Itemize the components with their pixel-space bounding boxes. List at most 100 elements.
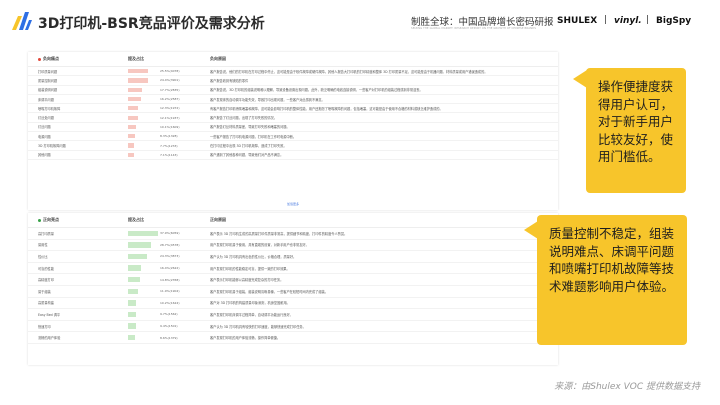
ratio-label: 24.3%(3873) xyxy=(160,254,180,258)
row-ratio: 16.4%(2622) xyxy=(128,263,198,274)
row-description: 用户发现打印机易于使用，具有直观的设置，对新手用户也非常友好。 xyxy=(198,242,558,247)
ratio-bar xyxy=(128,242,151,247)
row-description: 客户发现打印机的用户体验流畅，操作简单便捷。 xyxy=(198,335,558,340)
row-ratio: 17.7%(2835) xyxy=(128,86,198,94)
page-title: 3D打印机-BSR竞品评价及需求分析 xyxy=(38,13,265,33)
row-ratio: 24.4%(3901) xyxy=(128,76,198,84)
ratio-label: 9.4%(1501) xyxy=(160,324,178,328)
row-ratio: 7.1%(1143) xyxy=(128,151,198,159)
row-ratio: 10.2%(1624) xyxy=(128,298,198,309)
table-row: Easy Bed 调平9.7%(1562)客户发现打印机床调平过程简单，自动调平… xyxy=(28,309,558,321)
col-header-ratio: 提及占比 xyxy=(128,52,198,66)
ratio-label: 11.9%(1904) xyxy=(160,289,180,293)
row-description: 客户表示 3D 打印机生成的高质量打印件质量非常高，提供细节和精度，打印件的精度… xyxy=(198,231,558,236)
ratio-bar xyxy=(128,300,136,305)
ratio-label: 28.7%(4578) xyxy=(160,243,180,247)
callout-quality-issues: 质量控制不稳定，组装说明难点、床调平问题和喷嘴打印机故障等技术难题影响用户体验。 xyxy=(537,215,687,345)
ratio-bar xyxy=(128,265,141,270)
row-name: 易用性 xyxy=(28,242,128,247)
table-header: 负向痛点 提及占比 负向原因 xyxy=(28,52,558,67)
row-description: 在打印过程中出现 3D 打印机故障，造成了打印失败。 xyxy=(198,143,558,148)
ratio-bar xyxy=(128,88,142,92)
row-description: 客户对 3D 打印机的构建质量印象深刻，机身坚固耐用。 xyxy=(198,300,558,305)
ratio-bar xyxy=(128,153,134,157)
load-more-link[interactable]: 加载更多 xyxy=(28,202,558,206)
brand-vinyl: vinyl. xyxy=(614,16,642,26)
row-name: 打印质量问题 xyxy=(28,69,128,74)
row-name: 快速打印 xyxy=(28,324,128,329)
negative-pain-points-table: 负向痛点 提及占比 负向原因 打印质量问题25.5%(4078)客户报告说，他们… xyxy=(28,52,558,210)
table-row: 高精度打印14.8%(2358)客户表示打印机能够以高精度完成复杂的打印任务。 xyxy=(28,274,558,286)
table-row: 灯丝问题10.1%(1609)客户报告灯丝材料质量差，导致打印失败和堵塞的问题。 xyxy=(28,123,558,132)
row-name: Easy Bed 调平 xyxy=(28,312,128,317)
ratio-label: 12.1%(1937) xyxy=(160,116,180,120)
table-row: 易于组装 11.9%(1904) 客户发现打印机易于组装，组装说明清晰易懂，一些客户… xyxy=(28,286,558,298)
col-header-desc: 正向原因 xyxy=(198,217,558,223)
table-row: 3D 打印机故障问题7.7%(1233)在打印过程中出现 3D 打印机故障，造成… xyxy=(28,141,558,150)
row-name: 电源问题 xyxy=(28,134,128,139)
ratio-bar xyxy=(128,312,136,317)
ratio-label: 24.4%(3901) xyxy=(160,78,180,82)
col-header-desc: 负向原因 xyxy=(198,56,558,62)
positive-marker-icon xyxy=(38,219,41,222)
row-name: 床调平问题 xyxy=(28,97,128,102)
row-description: 客户报告灯丝材料质量差，导致打印失败和堵塞的问题。 xyxy=(198,124,558,129)
table-row: 质量控制问题 24.4%(3901) 客户报告收到有缺陷的零件 xyxy=(28,76,558,85)
table-row: 床调平问题 16.2%(2587) 客户发现床的自动调平功能失效，导致打印出现问题，… xyxy=(28,95,558,104)
row-description: 客户认为 3D 打印机具有出色的性价比，价格合理，质量好。 xyxy=(198,254,558,259)
row-name: 易于组装 xyxy=(28,289,128,294)
ratio-bar xyxy=(128,335,135,340)
row-ratio: 16.2%(2587) xyxy=(128,95,198,103)
report-slogan: 制胜全球：中国品牌增长密码研报 xyxy=(411,14,554,28)
ratio-label: 17.7%(2835) xyxy=(160,88,180,92)
row-name: 质量控制问题 xyxy=(28,78,128,83)
table-row: 打印质量问题25.5%(4078)客户报告说，他们的打印机在打印过程中停止，这可… xyxy=(28,67,558,76)
row-name: 高打印质量 xyxy=(28,231,128,236)
row-ratio: 8.3%(1328) xyxy=(128,132,198,140)
ratio-bar xyxy=(128,116,138,120)
positive-highlights-table: 正向亮点 提及占比 正向原因 高打印质量37.9%(6059)客户表示 3D 打… xyxy=(28,213,558,365)
ratio-label: 25.5%(4078) xyxy=(160,69,180,73)
ratio-label: 16.2%(2587) xyxy=(160,97,180,101)
col-header-name: 正向亮点 xyxy=(28,217,128,223)
ratio-label: 7.1%(1143) xyxy=(160,153,178,157)
ratio-bar xyxy=(128,323,136,328)
row-description: 客户发现打印机床调平过程简单，自动调平功能运行良好。 xyxy=(198,312,558,317)
ratio-label: 8.3%(1328) xyxy=(160,134,178,138)
row-name: 高精度打印 xyxy=(28,277,128,282)
brand-shulex: SHULEX xyxy=(557,16,597,26)
ratio-label: 14.8%(2358) xyxy=(160,278,180,282)
ratio-bar xyxy=(128,289,138,294)
source-footnote: 来源：由Shulex VOC 提供数据支持 xyxy=(554,379,700,392)
row-description: 用户发现打印机的性能稳定可靠，提供一致的打印效果。 xyxy=(198,266,558,271)
table-row: 高质量构建10.2%(1624)客户对 3D 打印机的构建质量印象深刻，机身坚固… xyxy=(28,298,558,310)
row-ratio: 7.7%(1233) xyxy=(128,141,198,149)
ratio-label: 12.3%(1972) xyxy=(160,106,180,110)
ratio-bar xyxy=(128,277,140,282)
row-description: 客户报告了灯丝问题，出现了打印失败的情况。 xyxy=(198,115,558,120)
row-ratio: 9.7%(1562) xyxy=(128,309,198,320)
positive-rows: 高打印质量37.9%(6059)客户表示 3D 打印机生成的高质量打印件质量非常… xyxy=(28,228,558,344)
ratio-label: 10.1%(1609) xyxy=(160,125,180,129)
table-row: 电源问题8.3%(1328)一些客户报告了打印机电源问题，打印机在工作时电源中断… xyxy=(28,132,558,141)
brand-bigspy: BigSpy xyxy=(656,16,691,26)
table-row: 其他问题 7.1%(1143) 客户遇到了其他各种问题，导致他们对产品不满意。 xyxy=(28,151,558,160)
row-ratio: 24.3%(3873) xyxy=(128,251,198,262)
ratio-bar xyxy=(128,231,158,236)
brand-separator: | xyxy=(646,15,649,25)
row-ratio: 25.5%(4078) xyxy=(128,67,198,75)
negative-rows: 打印质量问题25.5%(4078)客户报告说，他们的打印机在打印过程中停止，这可… xyxy=(28,67,558,160)
ratio-bar xyxy=(128,69,148,73)
row-description: 客户报告收到有缺陷的零件 xyxy=(198,78,558,83)
table-row: 灯丝处问题12.1%(1937)客户报告了灯丝问题，出现了打印失败的情况。 xyxy=(28,113,558,122)
row-description: 客户发现床的自动调平功能失效，导致打印出现问题，一些客户对此感到不满意。 xyxy=(198,97,558,102)
ratio-label: 8.6%(1379) xyxy=(160,336,178,340)
callout-pointer xyxy=(524,221,538,239)
row-description: 客户遇到了其他各种问题，导致他们对产品不满意。 xyxy=(198,152,558,157)
table-row: 可靠的性能16.4%(2622)用户发现打印机的性能稳定可靠，提供一致的打印效果… xyxy=(28,263,558,275)
brand-logo-icon xyxy=(12,12,32,30)
row-description: 客户发现打印机易于组装，组装说明清晰易懂，一些客户在较短时间内完成了组装。 xyxy=(198,289,558,294)
row-name: 其他问题 xyxy=(28,152,128,157)
table-row: 易用性 28.7%(4578) 用户发现打印机易于使用，具有直观的设置，对新手用户也… xyxy=(28,240,558,252)
ratio-label: 7.7%(1233) xyxy=(160,144,178,148)
